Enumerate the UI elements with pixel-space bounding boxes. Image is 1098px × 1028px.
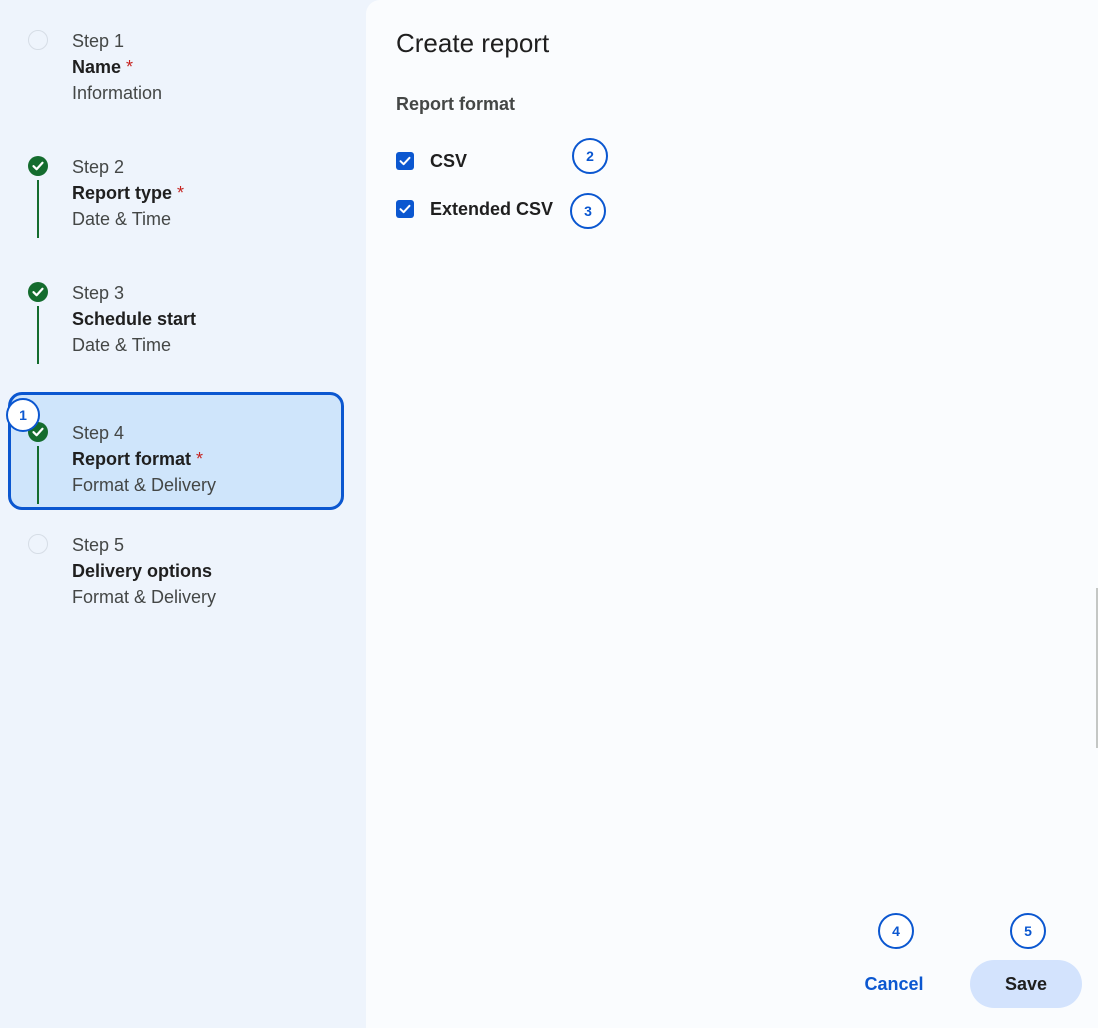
step-connector-line	[37, 446, 39, 504]
step-title: Report type *	[72, 183, 185, 203]
annotation-badge-2: 2	[572, 138, 608, 174]
pending-circle-icon	[28, 30, 48, 50]
step-title: Report format *	[72, 449, 204, 469]
step-subtitle: Information	[72, 83, 163, 103]
step-title: Schedule start	[72, 309, 197, 329]
step-subtitle: Date & Time	[72, 209, 172, 229]
annotation-badge-5: 5	[1010, 913, 1046, 949]
check-circle-icon	[28, 282, 48, 302]
step-3-schedule-start[interactable]: Step 3 Schedule start Date & Time	[8, 252, 344, 372]
pending-circle-icon	[28, 534, 48, 554]
step-title: Delivery options	[72, 561, 213, 581]
extended-csv-checkbox-row[interactable]: Extended CSV	[396, 197, 553, 221]
annotation-badge-4: 4	[878, 913, 914, 949]
step-title: Name *	[72, 57, 134, 77]
step-number: Step 2	[72, 157, 125, 177]
check-circle-icon	[28, 156, 48, 176]
checkbox-checked-icon[interactable]	[396, 152, 414, 170]
step-number: Step 3	[72, 283, 125, 303]
cancel-button[interactable]: Cancel	[846, 960, 942, 1008]
step-1-name[interactable]: Step 1 Name * Information	[8, 0, 344, 120]
main-panel: Create report Report format CSV Extended…	[366, 0, 1098, 1028]
step-connector-line	[37, 180, 39, 238]
step-number: Step 1	[72, 31, 125, 51]
save-button[interactable]: Save	[970, 960, 1082, 1008]
section-label: Report format	[396, 94, 516, 114]
step-4-report-format[interactable]: Step 4 Report format * Format & Delivery	[8, 392, 344, 510]
step-5-delivery-options[interactable]: Step 5 Delivery options Format & Deliver…	[8, 504, 344, 624]
step-2-report-type[interactable]: Step 2 Report type * Date & Time	[8, 126, 344, 246]
stepper-sidebar: Step 1 Name * Information Step 2 Report …	[0, 0, 366, 1028]
required-asterisk: *	[126, 57, 134, 77]
step-number: Step 5	[72, 535, 125, 555]
step-number: Step 4	[72, 423, 125, 443]
step-subtitle: Format & Delivery	[72, 475, 217, 495]
csv-checkbox-row[interactable]: CSV	[396, 149, 467, 173]
csv-label[interactable]: CSV	[430, 151, 467, 172]
step-connector-line	[37, 306, 39, 364]
required-asterisk: *	[196, 449, 204, 469]
required-asterisk: *	[177, 183, 185, 203]
page-title: Create report	[396, 28, 550, 58]
step-subtitle: Format & Delivery	[72, 587, 217, 607]
extended-csv-label[interactable]: Extended CSV	[430, 199, 553, 220]
annotation-badge-1: 1	[6, 398, 40, 432]
step-subtitle: Date & Time	[72, 335, 172, 355]
checkbox-checked-icon[interactable]	[396, 200, 414, 218]
annotation-badge-3: 3	[570, 193, 606, 229]
